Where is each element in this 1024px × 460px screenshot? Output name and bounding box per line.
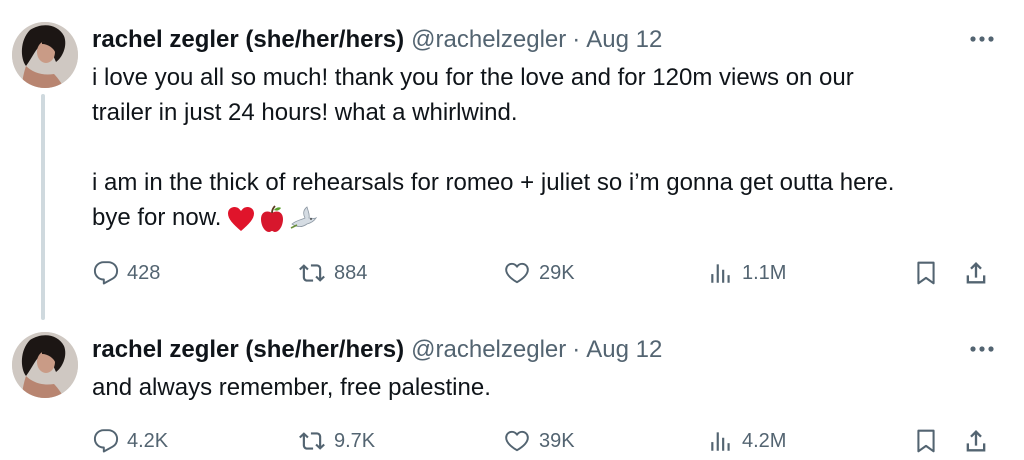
tweet-header: rachel zegler (she/her/hers) @rachelzegl… xyxy=(92,25,662,55)
reply-button[interactable]: 428 xyxy=(93,256,160,290)
share-icon xyxy=(966,262,986,284)
like-count: 39K xyxy=(539,429,575,452)
reply-count: 4.2K xyxy=(127,429,169,452)
author-handle[interactable]: @rachelzegler xyxy=(411,336,566,364)
repost-button[interactable]: 884 xyxy=(298,256,367,290)
tweet-header: rachel zegler (she/her/hers) @rachelzegl… xyxy=(92,335,662,365)
bookmark-icon xyxy=(917,429,935,453)
views-button[interactable]: 4.2M xyxy=(708,424,786,458)
red-heart-icon xyxy=(228,206,255,231)
repost-count: 884 xyxy=(334,261,368,284)
tweet-text: i love you all so much! thank you for th… xyxy=(92,60,1002,235)
like-button[interactable]: 29K xyxy=(503,256,575,290)
share-icon xyxy=(966,430,986,452)
text-line xyxy=(92,130,1002,165)
like-button[interactable]: 39K xyxy=(503,424,575,458)
red-apple-icon xyxy=(261,205,284,232)
dove-icon xyxy=(291,205,318,229)
text-line: and always remember, free palestine. xyxy=(92,374,491,401)
text-segment: bye for now. xyxy=(92,204,222,231)
repost-icon xyxy=(299,432,325,450)
tweet-actions: 4.2K 9.7K 39K 4.2M xyxy=(0,424,1024,458)
timestamp[interactable]: Aug 12 xyxy=(586,336,662,364)
author-name[interactable]: rachel zegler (she/her/hers) xyxy=(92,336,404,364)
share-button[interactable] xyxy=(962,424,990,458)
avatar[interactable] xyxy=(12,332,78,398)
emoji-row xyxy=(227,205,318,233)
like-count: 29K xyxy=(539,261,575,284)
views-button[interactable]: 1.1M xyxy=(708,256,786,290)
text-line: trailer in just 24 hours! what a whirlwi… xyxy=(92,99,518,126)
tweet-actions: 428 884 29K 1.1M xyxy=(0,256,1024,290)
avatar[interactable] xyxy=(12,22,78,88)
tweet-text: and always remember, free palestine. xyxy=(92,370,1002,405)
author-handle[interactable]: @rachelzegler xyxy=(411,26,566,54)
like-icon xyxy=(505,430,529,452)
views-icon xyxy=(711,264,730,283)
tweet[interactable]: rachel zegler (she/her/hers) @rachelzegl… xyxy=(0,320,1024,460)
separator: · xyxy=(572,26,581,53)
tweet[interactable]: rachel zegler (she/her/hers) @rachelzegl… xyxy=(0,0,1024,320)
timestamp[interactable]: Aug 12 xyxy=(586,26,662,54)
more-icon[interactable] xyxy=(962,24,1002,54)
repost-icon xyxy=(299,264,325,282)
reply-icon xyxy=(93,261,119,285)
reply-button[interactable]: 4.2K xyxy=(93,424,168,458)
share-button[interactable] xyxy=(962,256,990,290)
text-line: i am in the thick of rehearsals for rome… xyxy=(92,169,895,196)
view-count: 4.2M xyxy=(742,429,787,452)
reply-icon xyxy=(93,429,119,453)
separator: · xyxy=(572,336,581,363)
reply-count: 428 xyxy=(127,261,161,284)
bookmark-button[interactable] xyxy=(913,424,939,458)
repost-count: 9.7K xyxy=(334,429,376,452)
author-name[interactable]: rachel zegler (she/her/hers) xyxy=(92,26,404,54)
like-icon xyxy=(505,262,529,284)
text-line-last: bye for now. xyxy=(92,200,1002,235)
text-line: i love you all so much! thank you for th… xyxy=(92,64,854,91)
bookmark-button[interactable] xyxy=(913,256,939,290)
view-count: 1.1M xyxy=(742,261,787,284)
views-icon xyxy=(711,432,730,451)
more-icon[interactable] xyxy=(962,334,1002,364)
bookmark-icon xyxy=(917,261,935,285)
repost-button[interactable]: 9.7K xyxy=(298,424,375,458)
